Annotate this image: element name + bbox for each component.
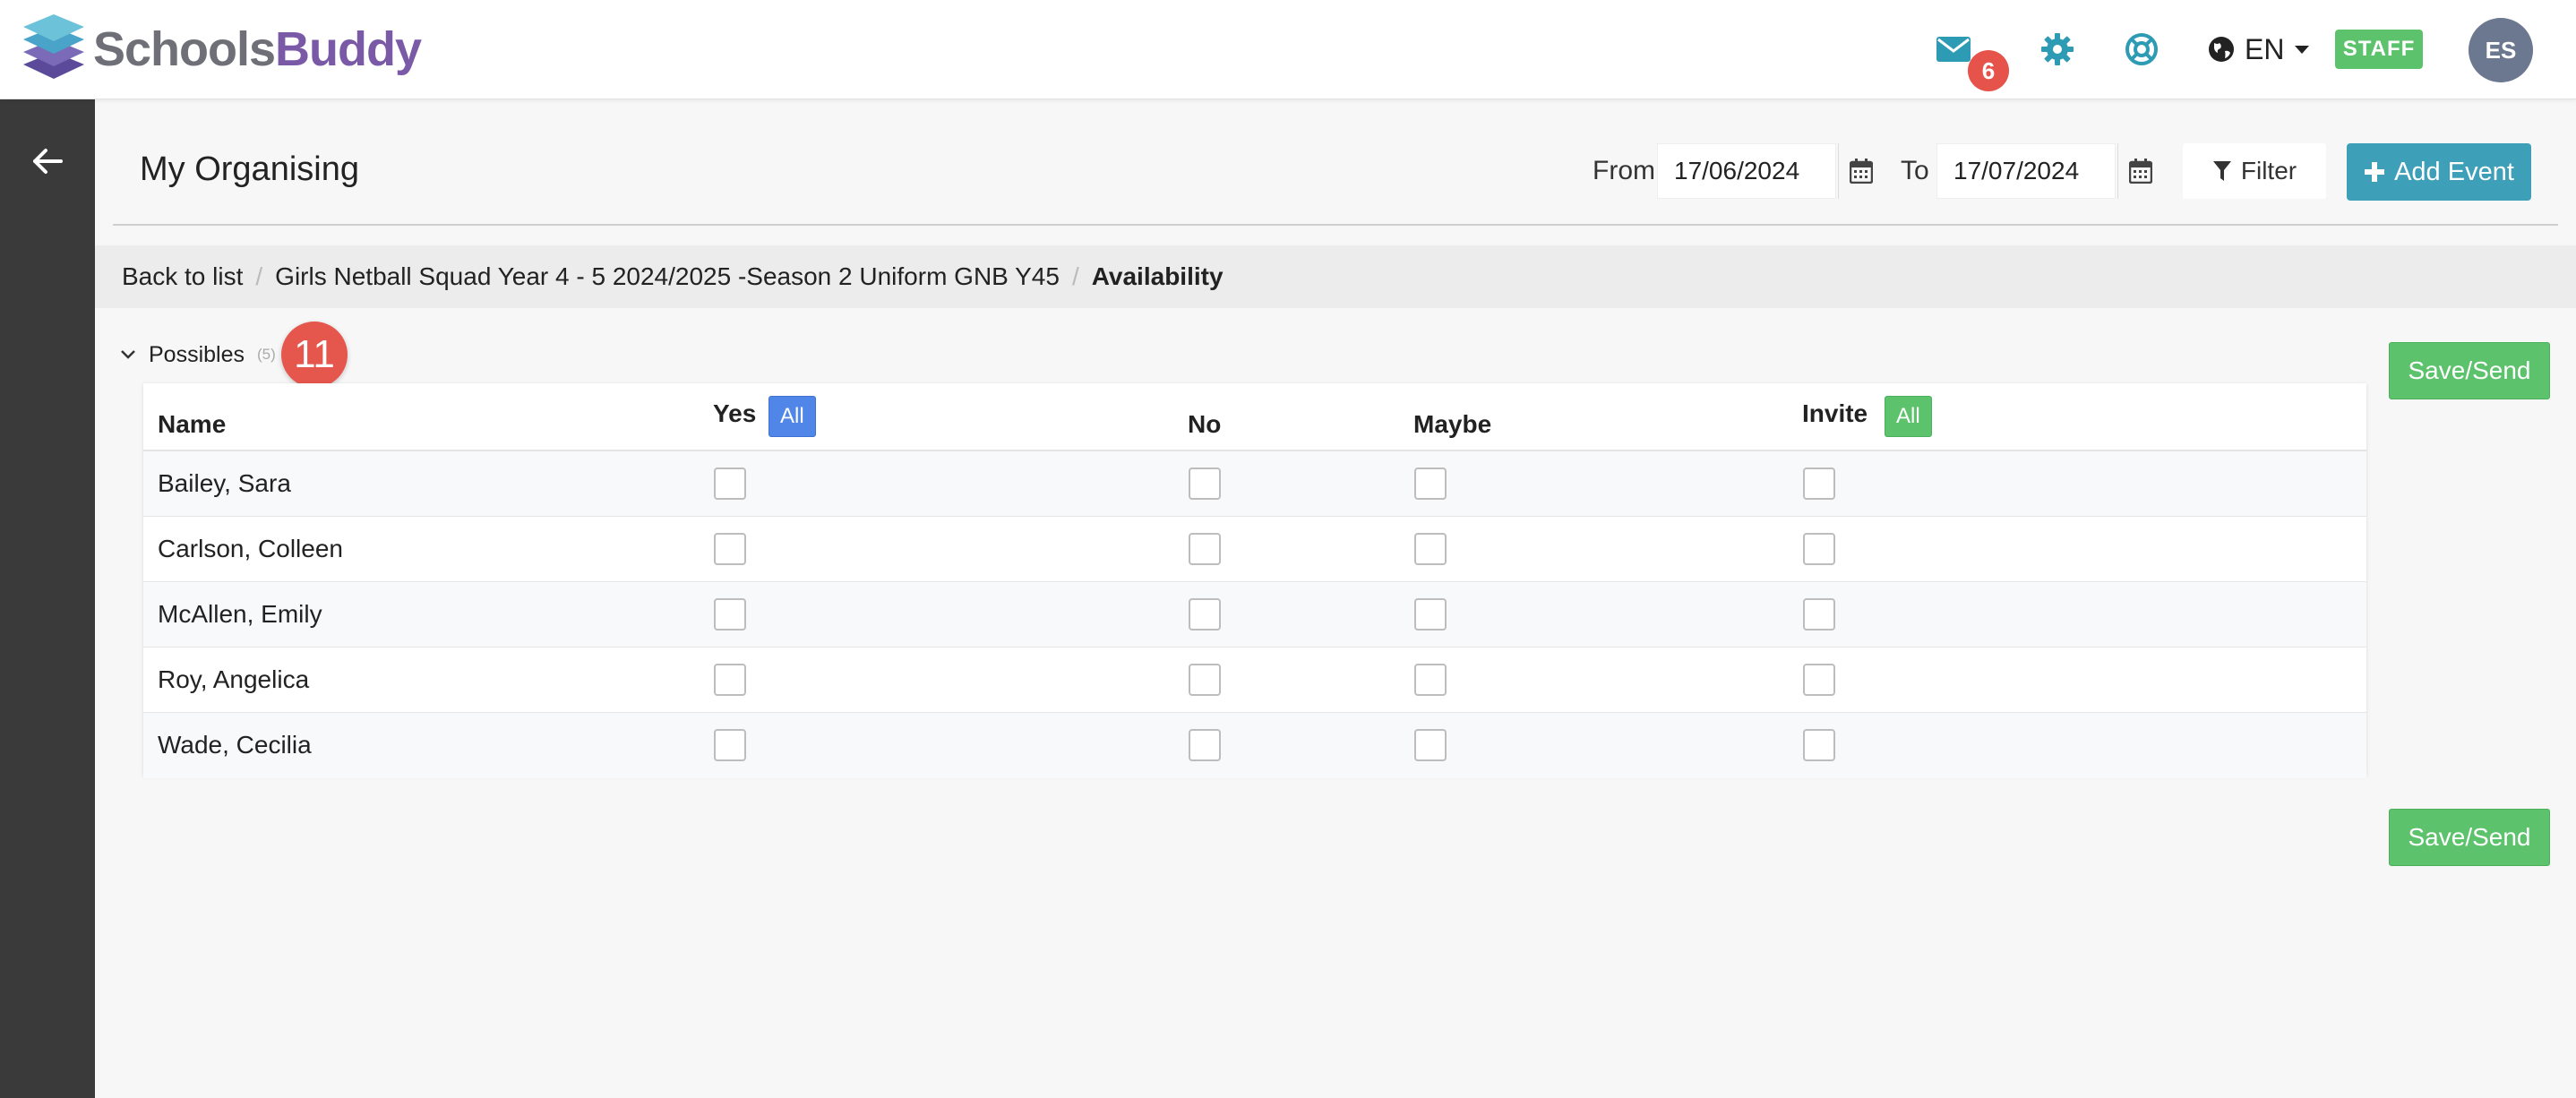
member-name: Roy, Angelica bbox=[158, 665, 310, 693]
possibles-count: (5) bbox=[257, 346, 276, 363]
app-logo[interactable]: SchoolsBuddy bbox=[21, 13, 422, 86]
breadcrumb-event-link[interactable]: Girls Netball Squad Year 4 - 5 2024/2025… bbox=[275, 262, 1060, 291]
table-row: Bailey, Sara bbox=[143, 451, 2366, 517]
settings-button[interactable] bbox=[2035, 27, 2080, 72]
to-date-input[interactable]: 17/07/2024 bbox=[1936, 143, 2116, 199]
yes-checkbox[interactable] bbox=[714, 664, 746, 696]
maybe-checkbox[interactable] bbox=[1414, 598, 1447, 630]
calendar-icon bbox=[2128, 159, 2152, 184]
lifebuoy-icon bbox=[2125, 33, 2158, 65]
table-row: McAllen, Emily bbox=[143, 582, 2366, 648]
from-date-input[interactable]: 17/06/2024 bbox=[1657, 143, 1836, 199]
step-badge: 11 bbox=[281, 322, 348, 388]
from-calendar-button[interactable] bbox=[1838, 143, 1883, 199]
no-checkbox[interactable] bbox=[1189, 664, 1221, 696]
help-button[interactable] bbox=[2119, 27, 2164, 72]
caret-down-icon bbox=[2295, 46, 2310, 54]
member-name: Carlson, Colleen bbox=[158, 535, 343, 562]
member-name: Wade, Cecilia bbox=[158, 731, 312, 759]
gear-icon bbox=[2041, 33, 2074, 65]
invite-checkbox[interactable] bbox=[1803, 468, 1835, 500]
save-send-button-bottom[interactable]: Save/Send bbox=[2389, 809, 2550, 866]
member-name: Bailey, Sara bbox=[158, 469, 291, 497]
breadcrumb-back-link[interactable]: Back to list bbox=[122, 262, 243, 291]
envelope-icon bbox=[1936, 37, 1971, 62]
invite-checkbox[interactable] bbox=[1803, 598, 1835, 630]
calendar-icon bbox=[1849, 159, 1873, 184]
yes-checkbox[interactable] bbox=[714, 598, 746, 630]
language-code: EN bbox=[2245, 32, 2285, 65]
maybe-checkbox[interactable] bbox=[1414, 468, 1447, 500]
yes-checkbox[interactable] bbox=[714, 468, 746, 500]
no-checkbox[interactable] bbox=[1189, 468, 1221, 500]
plus-icon bbox=[2365, 162, 2385, 182]
filter-icon bbox=[2212, 161, 2231, 181]
column-header-no: No bbox=[1188, 410, 1222, 438]
filter-label: Filter bbox=[2240, 157, 2297, 184]
filter-button[interactable]: Filter bbox=[2183, 143, 2326, 199]
brand-name-part1: Schools bbox=[93, 22, 276, 76]
column-header-yes: Yes bbox=[713, 399, 757, 427]
from-label: From bbox=[1593, 156, 1655, 185]
to-calendar-button[interactable] bbox=[2117, 143, 2162, 199]
table-header-row: Name Yes All No Maybe Invite All bbox=[143, 383, 2366, 451]
save-send-button-top[interactable]: Save/Send bbox=[2389, 342, 2550, 399]
member-name: McAllen, Emily bbox=[158, 600, 322, 628]
invite-checkbox[interactable] bbox=[1803, 533, 1835, 565]
back-button[interactable] bbox=[25, 139, 70, 184]
possibles-toggle[interactable]: Possibles (5) bbox=[120, 340, 276, 369]
breadcrumb: Back to list / Girls Netball Squad Year … bbox=[95, 245, 2576, 308]
brand-name: SchoolsBuddy bbox=[93, 21, 422, 77]
mail-count-badge: 6 bbox=[1968, 50, 2009, 91]
column-header-maybe: Maybe bbox=[1413, 410, 1492, 438]
breadcrumb-separator: / bbox=[1071, 262, 1079, 290]
invite-select-all-button[interactable]: All bbox=[1885, 396, 1932, 437]
add-event-label: Add Event bbox=[2394, 157, 2514, 186]
availability-table: Name Yes All No Maybe Invite All Bailey,… bbox=[143, 383, 2366, 778]
no-checkbox[interactable] bbox=[1189, 598, 1221, 630]
yes-checkbox[interactable] bbox=[714, 533, 746, 565]
column-header-invite: Invite bbox=[1802, 399, 1868, 427]
maybe-checkbox[interactable] bbox=[1414, 533, 1447, 565]
yes-checkbox[interactable] bbox=[714, 729, 746, 761]
no-checkbox[interactable] bbox=[1189, 533, 1221, 565]
maybe-checkbox[interactable] bbox=[1414, 664, 1447, 696]
chevron-down-icon bbox=[121, 350, 135, 359]
header-divider bbox=[113, 224, 2558, 226]
maybe-checkbox[interactable] bbox=[1414, 729, 1447, 761]
yes-select-all-button[interactable]: All bbox=[769, 396, 816, 437]
invite-checkbox[interactable] bbox=[1803, 729, 1835, 761]
column-header-name: Name bbox=[158, 410, 227, 438]
arrow-left-icon bbox=[33, 149, 63, 174]
no-checkbox[interactable] bbox=[1189, 729, 1221, 761]
table-row: Carlson, Colleen bbox=[143, 517, 2366, 582]
brand-name-part2: Buddy bbox=[275, 22, 422, 76]
table-row: Wade, Cecilia bbox=[143, 713, 2366, 778]
language-selector[interactable]: EN bbox=[2207, 27, 2311, 72]
user-avatar[interactable]: ES bbox=[2469, 18, 2533, 82]
globe-icon bbox=[2209, 37, 2234, 62]
role-badge: STAFF bbox=[2335, 30, 2423, 69]
invite-checkbox[interactable] bbox=[1803, 664, 1835, 696]
sidebar bbox=[0, 99, 95, 1098]
table-row: Roy, Angelica bbox=[143, 648, 2366, 713]
top-navbar: SchoolsBuddy 6 EN STAFF ES bbox=[0, 0, 2576, 99]
add-event-button[interactable]: Add Event bbox=[2347, 143, 2531, 201]
breadcrumb-separator: / bbox=[255, 262, 263, 290]
breadcrumb-current: Availability bbox=[1091, 262, 1224, 290]
page-title: My Organising bbox=[140, 150, 359, 188]
logo-icon bbox=[23, 14, 84, 79]
to-label: To bbox=[1901, 156, 1929, 185]
possibles-title: Possibles bbox=[149, 341, 245, 367]
